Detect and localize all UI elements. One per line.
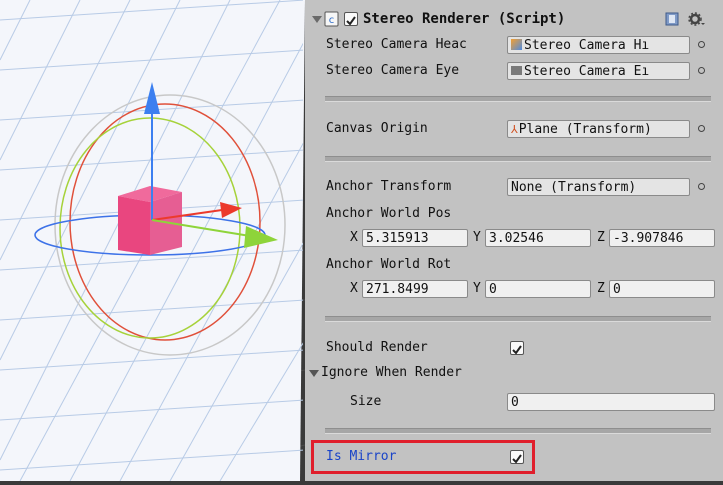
- anchor-world-rot-row: X 271.8499 Y 0 Z 0: [305, 278, 723, 300]
- anchor-transform-label: Anchor Transform: [326, 179, 452, 194]
- object-picker-icon[interactable]: [698, 41, 705, 48]
- separator: [325, 428, 711, 434]
- cube-icon: [511, 39, 522, 50]
- component-header[interactable]: c Stereo Renderer (Script): [305, 8, 723, 30]
- component-enabled-checkbox[interactable]: [344, 12, 358, 26]
- rot-y-input[interactable]: 0: [485, 280, 591, 298]
- pos-z-input[interactable]: -3.907846: [609, 229, 715, 247]
- separator: [325, 96, 711, 102]
- size-label: Size: [350, 394, 382, 409]
- foldout-arrow-icon[interactable]: [312, 16, 322, 23]
- rot-x-input[interactable]: 271.8499: [362, 280, 468, 298]
- pos-x-label: X: [350, 230, 358, 245]
- stereo-camera-eye-field[interactable]: Stereo Camera Eı: [507, 62, 690, 80]
- is-mirror-label: Is Mirror: [326, 449, 397, 464]
- pos-y-label: Y: [473, 230, 481, 245]
- ignore-when-render-label: Ignore When Render: [321, 365, 462, 380]
- anchor-world-rot-label: Anchor World Rot: [326, 257, 452, 272]
- rot-z-input[interactable]: 0: [609, 280, 715, 298]
- anchor-transform-row: Anchor Transform None (Transform): [305, 176, 723, 198]
- cube-front: [118, 196, 150, 255]
- ignore-when-render-row[interactable]: Ignore When Render: [305, 362, 723, 384]
- separator: [325, 156, 711, 162]
- should-render-row: Should Render: [305, 337, 723, 359]
- pos-x-input[interactable]: 5.315913: [362, 229, 468, 247]
- anchor-world-pos-label: Anchor World Pos: [326, 206, 452, 221]
- gear-icon[interactable]: [688, 11, 706, 27]
- pos-y-input[interactable]: 3.02546: [485, 229, 591, 247]
- rot-x-label: X: [350, 281, 358, 296]
- anchor-transform-field[interactable]: None (Transform): [507, 178, 690, 196]
- should-render-label: Should Render: [326, 340, 428, 355]
- stereo-camera-head-field[interactable]: Stereo Camera Hı: [507, 36, 690, 54]
- is-mirror-checkbox[interactable]: [510, 450, 524, 464]
- rot-y-label: Y: [473, 281, 481, 296]
- scene-canvas[interactable]: [0, 0, 306, 481]
- component-title: Stereo Renderer (Script): [363, 11, 566, 27]
- scene-view[interactable]: [0, 0, 306, 481]
- separator: [325, 316, 711, 322]
- script-file-icon: c: [324, 11, 339, 27]
- pos-z-label: Z: [597, 230, 605, 245]
- stereo-camera-head-row: Stereo Camera Heac Stereo Camera Hı: [305, 34, 723, 56]
- help-book-icon[interactable]: [665, 12, 679, 26]
- canvas-origin-label: Canvas Origin: [326, 121, 428, 136]
- size-row: Size 0: [305, 391, 723, 413]
- canvas-origin-row: Canvas Origin ⅄Plane (Transform): [305, 118, 723, 140]
- anchor-world-pos-label-row: Anchor World Pos: [305, 203, 723, 225]
- transform-icon: ⅄: [511, 123, 518, 136]
- inspector-panel: c Stereo Renderer (Script) Stereo Camera…: [305, 0, 723, 481]
- camera-icon: [511, 66, 522, 75]
- object-picker-icon[interactable]: [698, 183, 705, 190]
- stereo-camera-eye-label: Stereo Camera Eye: [326, 63, 460, 78]
- object-picker-icon[interactable]: [698, 67, 705, 74]
- canvas-origin-field[interactable]: ⅄Plane (Transform): [507, 120, 690, 138]
- should-render-checkbox[interactable]: [510, 341, 524, 355]
- anchor-world-pos-row: X 5.315913 Y 3.02546 Z -3.907846: [305, 227, 723, 249]
- foldout-arrow-icon[interactable]: [309, 370, 319, 377]
- stereo-camera-head-label: Stereo Camera Heac: [326, 37, 467, 52]
- stereo-camera-eye-row: Stereo Camera Eye Stereo Camera Eı: [305, 60, 723, 82]
- svg-text:c: c: [329, 15, 335, 26]
- is-mirror-row: Is Mirror: [305, 446, 723, 468]
- size-input[interactable]: 0: [507, 393, 715, 411]
- anchor-world-rot-label-row: Anchor World Rot: [305, 254, 723, 276]
- rot-z-label: Z: [597, 281, 605, 296]
- object-picker-icon[interactable]: [698, 125, 705, 132]
